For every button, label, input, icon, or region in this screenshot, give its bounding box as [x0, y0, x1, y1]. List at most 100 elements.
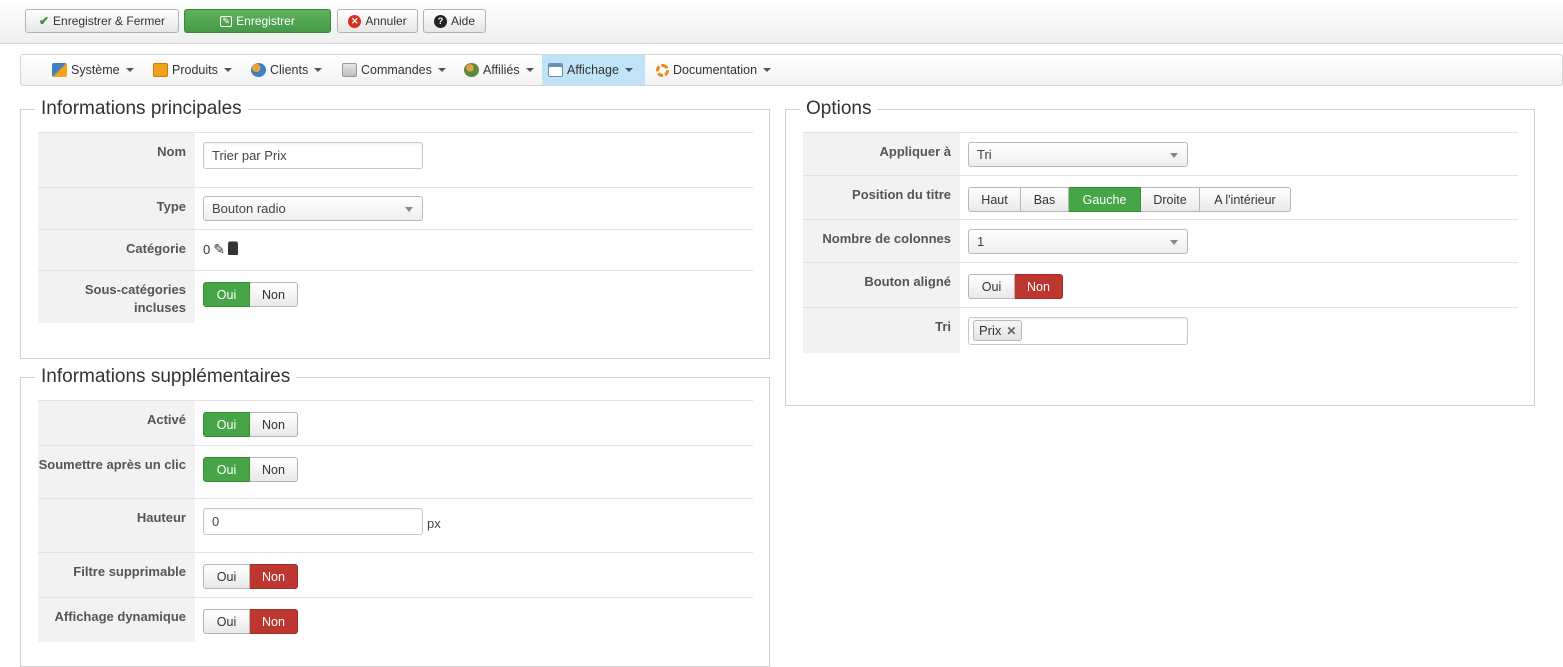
chevron-down-icon	[1170, 240, 1178, 245]
menu-label: Affichage	[567, 63, 619, 77]
apply-select-value: Tri	[977, 147, 992, 162]
apply-label: Appliquer à	[803, 133, 960, 175]
aligned-yes-button[interactable]: Oui	[968, 274, 1015, 299]
sort-label: Tri	[803, 308, 960, 353]
title-pos-gauche-button[interactable]: Gauche	[1069, 187, 1141, 212]
title-pos-label: Position du titre	[803, 176, 960, 219]
deletable-toggle: Oui Non	[203, 564, 298, 589]
display-icon	[548, 63, 563, 77]
cancel-label: Annuler	[365, 14, 407, 28]
menu-label: Affiliés	[483, 63, 520, 77]
submit-row: Soumettre après un clic Oui Non	[38, 445, 753, 498]
type-select[interactable]: Bouton radio	[203, 196, 423, 221]
enabled-row: Activé Oui Non	[38, 400, 753, 445]
menu-item-affichage[interactable]: Affichage	[542, 55, 645, 85]
category-value: 0	[203, 241, 211, 257]
submit-label: Soumettre après un clic	[38, 446, 195, 498]
title-pos-bas-button[interactable]: Bas	[1021, 187, 1069, 212]
height-input[interactable]: 0	[203, 508, 423, 535]
users-icon	[251, 63, 266, 77]
title-pos-row: Position du titre Haut Bas Gauche Droite…	[803, 175, 1518, 219]
edit-icon: ✎	[220, 15, 233, 27]
cancel-button[interactable]: ✕ Annuler	[337, 9, 418, 33]
caret-down-icon	[437, 68, 446, 72]
name-row: Nom Trier par Prix	[38, 132, 753, 187]
menu-item-clients[interactable]: Clients	[245, 55, 328, 85]
menu-item-produits[interactable]: Produits	[147, 55, 238, 85]
sort-tag-label: Prix	[979, 323, 1002, 338]
main-info-legend: Informations principales	[35, 98, 248, 120]
orders-icon	[342, 63, 357, 77]
options-legend: Options	[800, 98, 878, 120]
name-input[interactable]: Trier par Prix	[203, 142, 423, 169]
apply-row: Appliquer à Tri	[803, 132, 1518, 175]
height-row: Hauteur 0 px	[38, 498, 753, 552]
menu-label: Commandes	[361, 63, 432, 77]
caret-down-icon	[525, 68, 534, 72]
deletable-label: Filtre supprimable	[38, 553, 195, 597]
height-unit: px	[427, 516, 441, 531]
deletable-yes-button[interactable]: Oui	[203, 564, 250, 589]
tools-icon	[52, 63, 67, 77]
menu-label: Clients	[270, 63, 309, 77]
category-row: Catégorie 0 ✎	[38, 229, 753, 270]
menu-label: Système	[71, 63, 120, 77]
menu-item-commandes[interactable]: Commandes	[336, 55, 452, 85]
subcat-toggle: Oui Non	[203, 282, 298, 307]
title-pos-haut-button[interactable]: Haut	[968, 187, 1021, 212]
toolbar: ✔ Enregistrer & Fermer ✎ Enregistrer ✕ A…	[0, 0, 1563, 44]
save-close-label: Enregistrer & Fermer	[53, 14, 166, 28]
submit-yes-button[interactable]: Oui	[203, 457, 250, 482]
dynamic-no-button[interactable]: Non	[250, 609, 298, 634]
remove-tag-icon[interactable]: ✕	[1006, 324, 1016, 338]
caret-down-icon	[125, 68, 134, 72]
apply-select[interactable]: Tri	[968, 142, 1188, 167]
menu-label: Produits	[172, 63, 218, 77]
menu-label: Documentation	[673, 63, 758, 77]
title-pos-droite-button[interactable]: Droite	[1141, 187, 1200, 212]
deletable-no-button[interactable]: Non	[250, 564, 298, 589]
type-row: Type Bouton radio	[38, 187, 753, 229]
aligned-row: Bouton aligné Oui Non	[803, 262, 1518, 307]
submit-no-button[interactable]: Non	[250, 457, 298, 482]
save-label: Enregistrer	[236, 14, 295, 28]
menu-item-affilies[interactable]: Affiliés	[458, 55, 540, 85]
caret-down-icon	[763, 68, 772, 72]
aligned-no-button[interactable]: Non	[1015, 274, 1063, 299]
columns-row: Nombre de colonnes 1	[803, 219, 1518, 262]
sort-tags-input[interactable]: Prix ✕	[968, 317, 1188, 345]
title-pos-group: Haut Bas Gauche Droite A l'intérieur	[968, 187, 1291, 212]
chevron-down-icon	[1170, 153, 1178, 158]
help-button[interactable]: ? Aide	[423, 9, 486, 33]
save-button[interactable]: ✎ Enregistrer	[184, 9, 331, 33]
type-label: Type	[38, 188, 195, 229]
help-icon: ?	[433, 14, 447, 28]
check-icon: ✔	[38, 14, 50, 28]
caret-down-icon	[624, 68, 633, 72]
height-label: Hauteur	[38, 499, 195, 552]
cancel-icon: ✕	[348, 14, 362, 28]
sort-row: Tri Prix ✕	[803, 307, 1518, 353]
columns-label: Nombre de colonnes	[803, 220, 960, 262]
name-label: Nom	[38, 133, 195, 187]
menu-item-systeme[interactable]: Système	[46, 55, 140, 85]
columns-select[interactable]: 1	[968, 229, 1188, 254]
save-close-button[interactable]: ✔ Enregistrer & Fermer	[25, 9, 179, 33]
trash-icon[interactable]	[227, 243, 238, 255]
menu-item-documentation[interactable]: Documentation	[650, 55, 777, 85]
enabled-toggle: Oui Non	[203, 412, 298, 437]
extra-info-legend: Informations supplémentaires	[35, 366, 297, 388]
affiliates-icon	[464, 63, 479, 77]
box-icon	[153, 63, 168, 77]
title-pos-interieur-button[interactable]: A l'intérieur	[1200, 187, 1291, 212]
type-select-value: Bouton radio	[212, 201, 286, 216]
enabled-yes-button[interactable]: Oui	[203, 412, 250, 437]
subcat-no-button[interactable]: Non	[250, 282, 298, 307]
submit-toggle: Oui Non	[203, 457, 298, 482]
dynamic-yes-button[interactable]: Oui	[203, 609, 250, 634]
enabled-label: Activé	[38, 401, 195, 445]
dynamic-row: Affichage dynamique Oui Non	[38, 597, 753, 642]
subcat-yes-button[interactable]: Oui	[203, 282, 250, 307]
enabled-no-button[interactable]: Non	[250, 412, 298, 437]
pencil-icon[interactable]: ✎	[213, 241, 225, 258]
